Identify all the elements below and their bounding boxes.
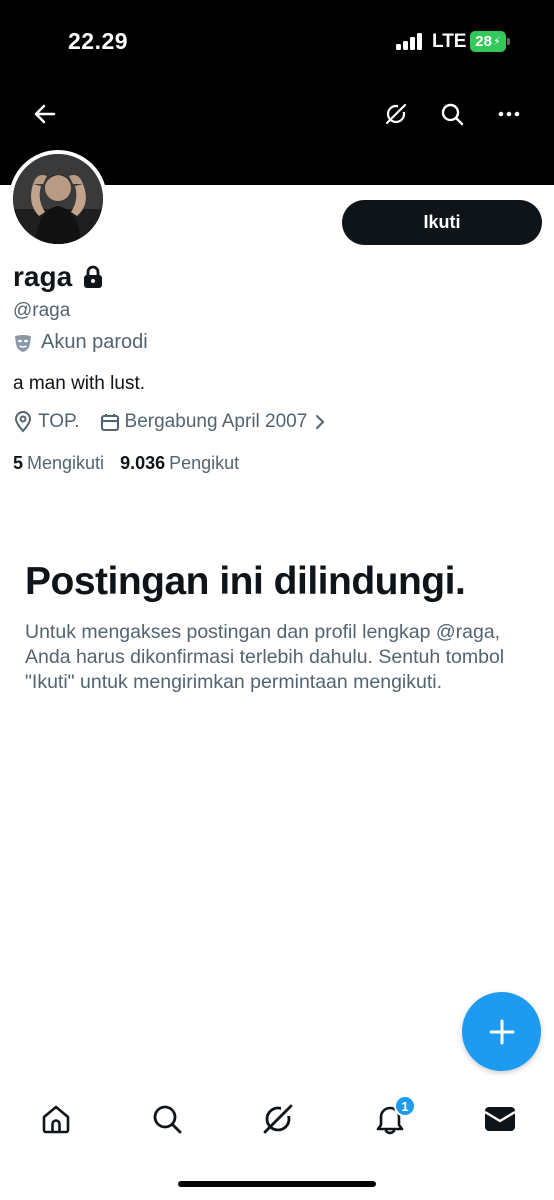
followers-label: Pengikut	[169, 453, 240, 473]
profile-joined[interactable]: Bergabung April 2007	[125, 411, 308, 433]
compose-button[interactable]	[462, 992, 541, 1071]
avatar-photo	[13, 154, 103, 244]
grok-button[interactable]	[378, 96, 414, 132]
protected-title: Postingan ini dilindungi.	[25, 560, 466, 603]
grok-icon	[263, 1104, 293, 1134]
nav-messages[interactable]	[480, 1099, 520, 1139]
signal-strength-icon	[396, 33, 424, 50]
bottom-nav: 1	[0, 1085, 554, 1150]
chevron-right-icon[interactable]	[315, 414, 325, 430]
protected-description: Untuk mengakses postingan dan profil len…	[25, 621, 505, 693]
lock-icon	[84, 265, 103, 288]
following-label: Mengikuti	[27, 453, 105, 473]
home-indicator	[178, 1181, 376, 1187]
profile-bio: a man with lust.	[13, 373, 145, 394]
profile-handle: @raga	[13, 300, 71, 321]
battery-level: 28	[475, 33, 492, 50]
search-icon	[153, 1105, 182, 1134]
battery-tip	[507, 38, 510, 45]
follow-button[interactable]: Ikuti	[342, 200, 542, 245]
followers-count: 9.036	[120, 453, 166, 473]
nav-grok[interactable]	[258, 1099, 298, 1139]
profile-meta: TOP. Bergabung April 2007	[13, 411, 325, 433]
parody-mask-icon	[15, 334, 31, 352]
notification-badge: 1	[394, 1095, 416, 1117]
followers-link[interactable]: 9.036 Pengikut	[120, 453, 239, 474]
nav-home[interactable]	[36, 1099, 76, 1139]
grok-icon	[385, 103, 407, 125]
parody-account-label[interactable]: Akun parodi	[13, 331, 148, 354]
search-icon	[441, 103, 464, 126]
battery-icon: 28 ⚡	[470, 31, 506, 52]
profile-name-row: raga	[13, 261, 104, 293]
network-type: LTE	[432, 31, 467, 52]
parody-label: Akun parodi	[41, 331, 148, 353]
following-link[interactable]: 5 Mengikuti	[13, 453, 104, 474]
mail-icon	[484, 1107, 516, 1131]
plus-icon	[489, 1019, 514, 1044]
more-dots-icon	[498, 111, 520, 117]
more-button[interactable]	[491, 96, 527, 132]
home-icon	[42, 1105, 70, 1134]
display-name: raga	[13, 261, 73, 292]
follow-stats: 5 Mengikuti 9.036 Pengikut	[13, 453, 239, 474]
back-button[interactable]	[27, 96, 63, 132]
profile-location: TOP.	[38, 411, 80, 432]
calendar-icon	[100, 414, 119, 431]
following-count: 5	[13, 453, 24, 473]
location-icon	[14, 411, 32, 433]
avatar[interactable]	[9, 150, 107, 248]
nav-search[interactable]	[147, 1099, 187, 1139]
status-time: 22.29	[68, 28, 129, 54]
nav-notifications[interactable]: 1	[370, 1095, 416, 1139]
arrow-left-icon	[34, 104, 56, 124]
search-button[interactable]	[434, 96, 470, 132]
